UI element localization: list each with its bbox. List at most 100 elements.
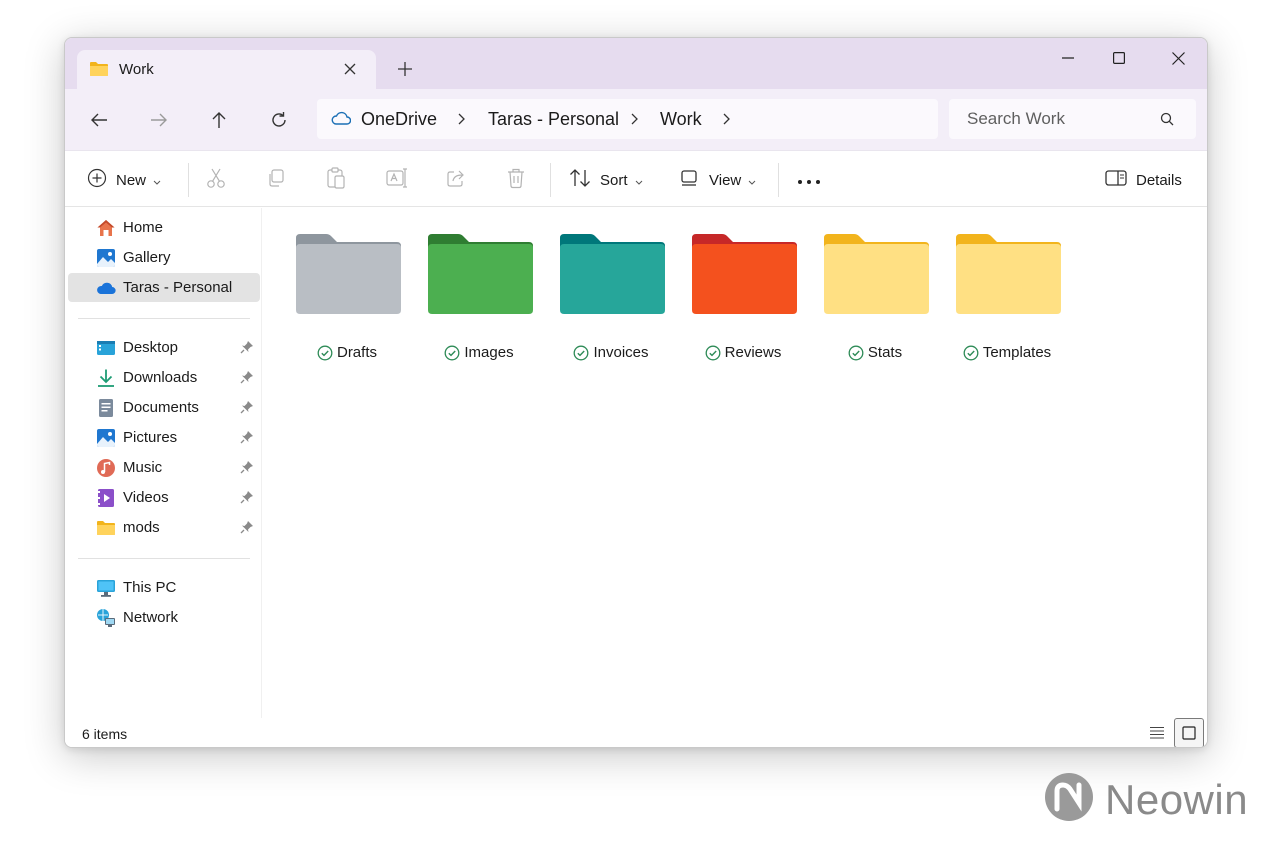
folder-icon	[956, 234, 1061, 314]
copy-button[interactable]	[266, 167, 286, 193]
sort-button[interactable]: Sort	[569, 167, 643, 193]
breadcrumb-onedrive[interactable]: OneDrive	[361, 109, 437, 130]
sort-label: Sort	[600, 171, 628, 189]
up-arrow-icon[interactable]	[206, 107, 232, 133]
folder-item[interactable]: Reviews	[677, 232, 809, 367]
pin-icon[interactable]	[240, 520, 254, 534]
sidebar-item-documents[interactable]: Documents	[68, 393, 260, 422]
folder-label: Templates	[941, 344, 1073, 361]
minimize-icon[interactable]	[1045, 46, 1091, 70]
folder-label: Invoices	[545, 344, 677, 361]
chevron-down-icon	[153, 172, 161, 189]
pin-icon[interactable]	[240, 490, 254, 504]
details-button[interactable]: Details	[1105, 167, 1182, 193]
delete-button[interactable]	[506, 167, 526, 193]
share-icon	[446, 168, 466, 192]
synced-check-icon	[444, 345, 460, 361]
sidebar-item-taras-personal[interactable]: Taras - Personal	[68, 273, 260, 302]
sidebar-item-label: Home	[123, 219, 164, 236]
close-icon[interactable]	[1155, 46, 1201, 70]
synced-check-icon	[705, 345, 721, 361]
videos-icon	[96, 488, 116, 508]
sidebar-item-network[interactable]: Network	[68, 603, 260, 632]
divider	[78, 558, 250, 559]
back-arrow-icon[interactable]	[86, 107, 112, 133]
sidebar-item-gallery[interactable]: Gallery	[68, 243, 260, 272]
navigation-row: OneDrive Taras - Personal Work	[65, 89, 1207, 150]
sidebar-item-label: Taras - Personal	[123, 279, 233, 296]
cut-button[interactable]	[206, 167, 226, 193]
folder-item[interactable]: Drafts	[281, 232, 413, 367]
view-label: View	[709, 171, 742, 189]
tab-work[interactable]: Work	[77, 50, 376, 89]
folder-name: Invoices	[593, 344, 649, 361]
view-button[interactable]: View	[680, 167, 756, 193]
address-bar[interactable]: OneDrive Taras - Personal Work	[317, 99, 938, 139]
command-bar: New Sort View Details	[65, 150, 1207, 207]
sidebar-item-home[interactable]: Home	[68, 213, 260, 242]
folder-icon	[89, 61, 109, 82]
sidebar-item-videos[interactable]: Videos	[68, 483, 260, 512]
neowin-logo-icon	[1043, 771, 1095, 828]
chevron-right-icon[interactable]	[627, 112, 641, 126]
sidebar-item-music[interactable]: Music	[68, 453, 260, 482]
status-bar: 6 items	[65, 718, 1207, 747]
pin-icon[interactable]	[240, 340, 254, 354]
pin-icon[interactable]	[240, 370, 254, 384]
folder-label: Drafts	[281, 344, 413, 361]
chevron-down-icon	[635, 172, 643, 189]
pin-icon[interactable]	[240, 460, 254, 474]
folder-label: Reviews	[677, 344, 809, 361]
view-icon	[680, 169, 700, 191]
sidebar-item-pictures[interactable]: Pictures	[68, 423, 260, 452]
folder-item[interactable]: Stats	[809, 232, 941, 367]
rename-button[interactable]	[386, 167, 408, 193]
pin-icon[interactable]	[240, 430, 254, 444]
new-button[interactable]: New	[87, 167, 161, 193]
navigation-pane: Home Gallery Taras - Personal Desktop Do…	[65, 208, 262, 718]
folder-label: Stats	[809, 344, 941, 361]
refresh-icon[interactable]	[266, 107, 292, 133]
divider	[78, 318, 250, 319]
synced-check-icon	[963, 345, 979, 361]
large-icons-view-icon[interactable]	[1174, 718, 1204, 747]
synced-check-icon	[848, 345, 864, 361]
watermark-text: Neowin	[1105, 775, 1249, 823]
chevron-right-icon[interactable]	[454, 112, 468, 126]
search-box	[949, 99, 1196, 139]
pin-icon[interactable]	[240, 400, 254, 414]
divider	[188, 163, 189, 197]
close-tab-icon[interactable]	[339, 58, 361, 80]
synced-check-icon	[317, 345, 333, 361]
more-options-button[interactable]	[797, 167, 821, 193]
sidebar-item-this-pc[interactable]: This PC	[68, 573, 260, 602]
chevron-right-icon[interactable]	[719, 112, 733, 126]
details-view-icon[interactable]	[1142, 718, 1172, 747]
breadcrumb-work[interactable]: Work	[660, 109, 702, 130]
sidebar-item-label: Documents	[123, 399, 199, 416]
folder-label: Images	[413, 344, 545, 361]
onedrive-icon	[331, 111, 352, 130]
folder-item[interactable]: Images	[413, 232, 545, 367]
copy-icon	[266, 168, 286, 192]
breadcrumb-taras-personal[interactable]: Taras - Personal	[488, 109, 619, 130]
folder-item[interactable]: Templates	[941, 232, 1073, 367]
search-input[interactable]	[949, 99, 1159, 139]
new-tab-icon[interactable]	[394, 58, 416, 80]
folder-name: Images	[464, 344, 514, 361]
synced-check-icon	[573, 345, 589, 361]
maximize-icon[interactable]	[1096, 46, 1142, 70]
file-list: Drafts Images Invoices Reviews Stats Tem…	[263, 208, 1207, 718]
sidebar-item-label: mods	[123, 519, 160, 536]
forward-arrow-icon[interactable]	[146, 107, 172, 133]
sidebar-item-mods[interactable]: mods	[68, 513, 260, 542]
folder-item[interactable]: Invoices	[545, 232, 677, 367]
sort-icon	[569, 168, 591, 192]
search-icon[interactable]	[1160, 112, 1174, 131]
sidebar-item-desktop[interactable]: Desktop	[68, 333, 260, 362]
folder-name: Drafts	[336, 344, 377, 361]
home-icon	[96, 218, 116, 238]
share-button[interactable]	[446, 167, 466, 193]
paste-button[interactable]	[326, 167, 346, 193]
sidebar-item-downloads[interactable]: Downloads	[68, 363, 260, 392]
